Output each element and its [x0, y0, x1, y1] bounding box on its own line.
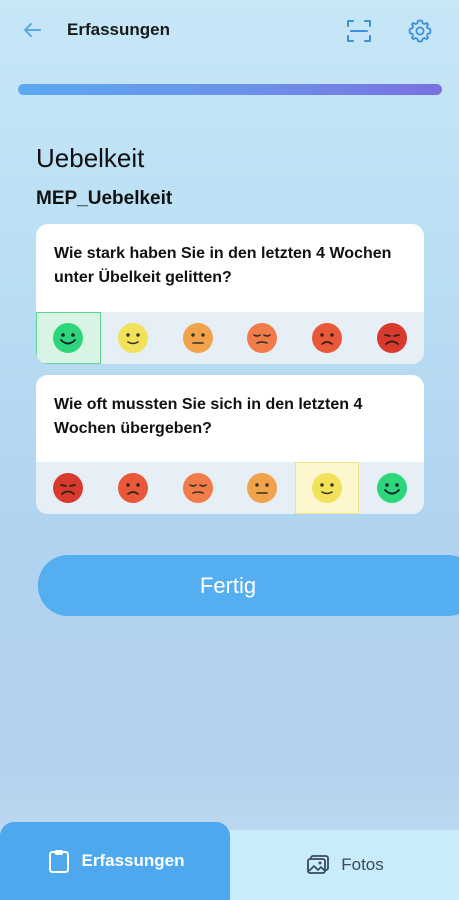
question-text: Wie stark haben Sie in den letzten 4 Woc… [54, 245, 392, 286]
progress-fill [18, 84, 442, 95]
question-card: Wie stark haben Sie in den letzten 4 Woc… [36, 224, 424, 364]
tab-label: Fotos [341, 855, 384, 874]
very-sad-face-icon [376, 323, 407, 353]
rating-option-very-happy[interactable] [359, 462, 424, 514]
rating-option-very-sad[interactable] [359, 312, 424, 364]
very-happy-face-icon [376, 473, 407, 503]
back-arrow-icon[interactable] [20, 18, 44, 42]
progress-bar [18, 84, 442, 95]
app-title: Erfassungen [67, 20, 170, 39]
tab-label: Erfassungen [81, 851, 185, 870]
rating-option-neutral[interactable] [165, 312, 230, 364]
rating-option-sad[interactable] [295, 312, 360, 364]
rating-option-happy[interactable] [294, 462, 360, 514]
clipboard-icon [48, 850, 69, 873]
top-bar: Erfassungen [0, 0, 459, 62]
rating-option-neutral[interactable] [230, 462, 295, 514]
very-happy-face-icon [53, 323, 84, 353]
scan-icon[interactable] [346, 18, 372, 44]
rating-option-tired[interactable] [230, 312, 295, 364]
rating-scale [36, 462, 424, 514]
slightly-happy-face-icon [117, 323, 148, 353]
tired-face-icon [247, 323, 278, 353]
rating-option-very-happy[interactable] [36, 312, 101, 364]
tired-face-icon [182, 473, 213, 503]
tab-erfassungen[interactable]: Erfassungen [0, 822, 230, 900]
neutral-face-icon [247, 473, 278, 503]
sad-face-icon [117, 473, 148, 503]
done-button[interactable]: Fertig [38, 555, 459, 616]
page-subtitle: MEP_Uebelkeit [36, 188, 173, 209]
rating-option-very-sad[interactable] [36, 462, 101, 514]
rating-option-sad[interactable] [101, 462, 166, 514]
tab-fotos[interactable]: Fotos [230, 830, 459, 900]
sad-face-icon [311, 323, 342, 353]
very-sad-face-icon [53, 473, 84, 503]
rating-option-happy[interactable] [101, 312, 166, 364]
photos-icon [307, 855, 330, 874]
neutral-face-icon [182, 323, 213, 353]
question-card: Wie oft mussten Sie sich in den letzten … [36, 375, 424, 514]
question-text: Wie oft mussten Sie sich in den letzten … [54, 396, 363, 437]
page-title: Uebelkeit [36, 143, 145, 173]
rating-scale [36, 312, 424, 364]
gear-icon[interactable] [407, 18, 433, 44]
rating-option-tired[interactable] [165, 462, 230, 514]
slightly-happy-face-icon [311, 473, 342, 503]
bottom-nav: Erfassungen Fotos [0, 820, 459, 900]
